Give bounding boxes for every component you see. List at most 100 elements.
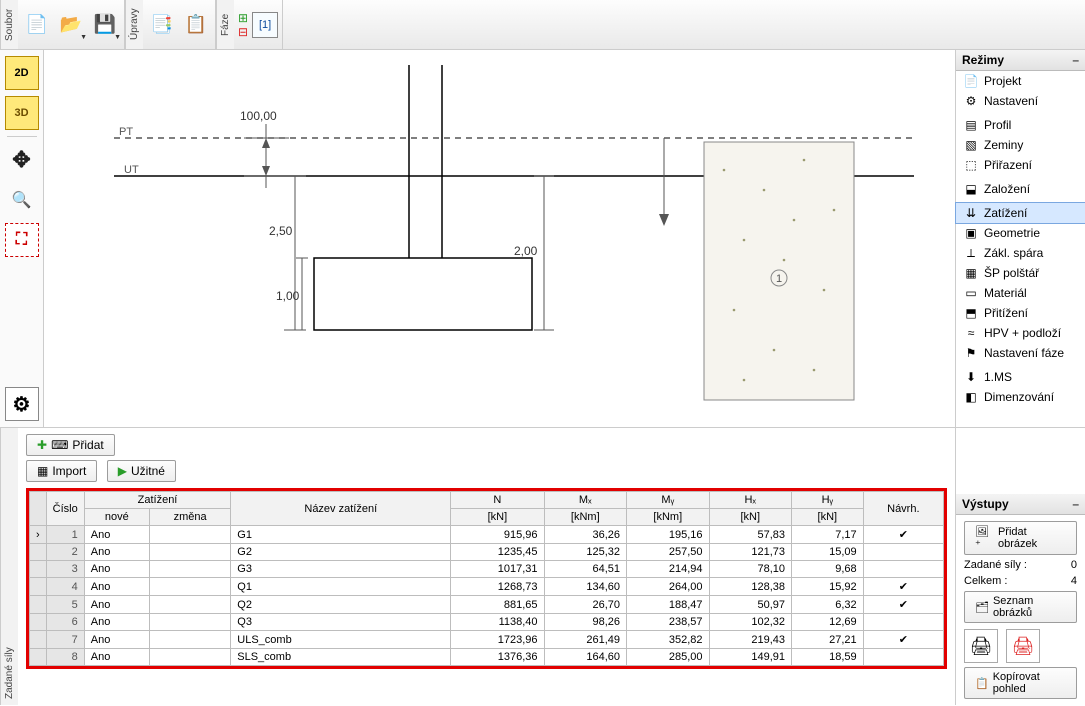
picture-list-button[interactable]: 🗂Seznam obrázků xyxy=(964,591,1077,623)
collapse-icon[interactable]: – xyxy=(1072,53,1079,67)
mode-label: Dimenzování xyxy=(984,390,1054,404)
collapse-icon[interactable]: – xyxy=(1072,497,1079,511)
mode-label: Geometrie xyxy=(984,226,1040,240)
col-navrh[interactable]: Návrh. xyxy=(863,492,943,526)
col-my[interactable]: Mᵧ xyxy=(627,492,709,509)
print-pdf-button[interactable]: 🖨 xyxy=(1006,629,1040,663)
fit-view-button[interactable]: ⛶ xyxy=(5,223,39,257)
table-row[interactable]: 6AnoQ31138,4098,26238,57102,3212,69 xyxy=(30,614,944,631)
mode-label: Materiál xyxy=(984,286,1027,300)
outputs-panel-header: Výstupy – xyxy=(956,494,1085,515)
table-row[interactable]: ›1AnoG1915,9636,26195,1657,837,17✔ xyxy=(30,526,944,544)
mode-item-p-it-en-[interactable]: ⬒ Přitížení xyxy=(956,303,1085,323)
col-nazev[interactable]: Název zatížení xyxy=(231,492,451,526)
mode-item-dimenzov-n-[interactable]: ◧ Dimenzování xyxy=(956,387,1085,407)
mode-item-profil[interactable]: ▤Profil xyxy=(956,115,1085,135)
phase-indicator[interactable]: [1] xyxy=(252,12,278,38)
zoom-button[interactable]: 🔍 xyxy=(5,183,39,217)
open-folder-icon: 📂 xyxy=(60,14,82,35)
label-pt: PT xyxy=(119,126,133,138)
mode-item-z-kl-sp-ra[interactable]: ⟂Zákl. spára xyxy=(956,243,1085,263)
mode-item-zalo-en-[interactable]: ⬓Založení xyxy=(956,179,1085,199)
col-hy[interactable]: Hᵧ xyxy=(792,492,864,509)
modes-list: 📄Projekt⚙Nastavení ▤Profil▧Zeminy⬚Přiřaze… xyxy=(956,71,1085,407)
mode-icon: ▤ xyxy=(964,118,978,132)
mode-item-zat-en-[interactable]: ⇊Zatížení xyxy=(956,203,1085,223)
col-hx[interactable]: Hₓ xyxy=(709,492,791,509)
toolbar-section-phase[interactable]: Fáze xyxy=(216,0,234,49)
label-ut: UT xyxy=(124,164,139,176)
new-file-icon: 📄 xyxy=(26,14,48,35)
col-cislo[interactable]: Číslo xyxy=(46,492,84,526)
print-button[interactable]: 🖨 xyxy=(964,629,998,663)
copy-button[interactable]: 📑 xyxy=(147,10,177,40)
dim-h: 1,00 xyxy=(276,289,300,303)
col-zmena[interactable]: změna xyxy=(149,509,230,526)
table-row[interactable]: 3AnoG31017,3164,51214,9478,109,68 xyxy=(30,561,944,578)
outputs-title: Výstupy xyxy=(962,497,1009,511)
copy-view-button[interactable]: 📋Kopírovat pohled xyxy=(964,667,1077,699)
mode-label: Přitížení xyxy=(984,306,1028,320)
pan-button[interactable]: ✥ xyxy=(5,143,39,177)
mode-item-projekt[interactable]: 📄Projekt xyxy=(956,71,1085,91)
mode-item--p-pol-t-[interactable]: ▦ŠP polštář xyxy=(956,263,1085,283)
mode-icon: ⬒ xyxy=(964,306,978,320)
toolbar-section-file[interactable]: Soubor xyxy=(0,0,18,49)
outputs-zs-value: 0 xyxy=(1071,559,1077,571)
mode-icon: ⚙ xyxy=(964,94,978,108)
plus-icon: ✚ xyxy=(37,438,47,452)
picture-plus-icon: 🖼⁺ xyxy=(975,525,994,551)
service-load-button[interactable]: ▶Užitné xyxy=(107,460,176,482)
outputs-total-label: Celkem : xyxy=(964,575,1007,587)
mode-icon: ≈ xyxy=(964,326,978,340)
col-n[interactable]: N xyxy=(451,492,544,509)
table-row[interactable]: 8AnoSLS_comb1376,36164,60285,00149,9118,… xyxy=(30,649,944,666)
col-nove[interactable]: nové xyxy=(84,509,149,526)
copy-view-icon: 📋 xyxy=(975,677,989,690)
chevron-down-icon: ▼ xyxy=(114,34,121,41)
mode-item-geometrie[interactable]: ▣Geometrie xyxy=(956,223,1085,243)
toolbar-section-edit[interactable]: Úpravy xyxy=(125,0,143,49)
paste-icon: 📋 xyxy=(185,14,207,35)
view-3d-button[interactable]: 3D xyxy=(5,96,39,130)
new-file-button[interactable]: 📄 xyxy=(22,10,52,40)
main-toolbar: Soubor 📄 📂▼ 💾▼ Úpravy 📑 📋 Fáze ⊞ ⊟ [1] xyxy=(0,0,1085,50)
mode-icon: ⬇ xyxy=(964,370,978,384)
mode-item-1-ms[interactable]: ⬇1.MS xyxy=(956,367,1085,387)
mode-item-materi-l[interactable]: ▭Materiál xyxy=(956,283,1085,303)
mode-item-p-i-azen-[interactable]: ⬚Přiřazení xyxy=(956,155,1085,175)
view-settings-button[interactable]: ⚙ xyxy=(5,387,39,421)
view-2d-button[interactable]: 2D xyxy=(5,56,39,90)
mode-icon: ◧ xyxy=(964,390,978,404)
table-row[interactable]: 7AnoULS_comb1723,96261,49352,82219,4327,… xyxy=(30,631,944,649)
phase-add-button[interactable]: ⊞ xyxy=(238,12,248,24)
region-label: 1 xyxy=(776,273,782,285)
table-row[interactable]: 4AnoQ11268,73134,60264,00128,3815,92✔ xyxy=(30,578,944,596)
dim-r: 2,00 xyxy=(514,244,538,258)
phase-remove-button[interactable]: ⊟ xyxy=(238,26,248,38)
table-row[interactable]: 5AnoQ2881,6526,70188,4750,976,32✔ xyxy=(30,596,944,614)
mode-item-nastaven-f-ze[interactable]: ⚑Nastavení fáze xyxy=(956,343,1085,363)
drawing-canvas[interactable]: PT UT 100,00 2,50 1,00 xyxy=(44,50,955,427)
add-force-button[interactable]: ✚⌨Přidat xyxy=(26,434,115,456)
grid-icon: ▦ xyxy=(37,464,48,478)
mode-item-hpv-podlo-[interactable]: ≈HPV + podloží xyxy=(956,323,1085,343)
save-icon: 💾 xyxy=(94,14,116,35)
printer-pdf-icon: 🖨 xyxy=(1012,636,1035,657)
paste-button[interactable]: 📋 xyxy=(181,10,211,40)
mode-icon: ⇊ xyxy=(964,206,978,220)
list-icon: 🗂 xyxy=(975,601,989,614)
add-picture-button[interactable]: 🖼⁺Přidat obrázek xyxy=(964,521,1077,555)
col-zatizeni[interactable]: Zatížení xyxy=(84,492,231,509)
import-button[interactable]: ▦Import xyxy=(26,460,97,482)
mode-icon: ⬓ xyxy=(964,182,978,196)
dim-left: 2,50 xyxy=(269,224,293,238)
printer-icon: 🖨 xyxy=(970,636,993,657)
table-row[interactable]: 2AnoG21235,45125,32257,50121,7315,09 xyxy=(30,544,944,561)
mode-item-zeminy[interactable]: ▧Zeminy xyxy=(956,135,1085,155)
mode-item-nastaven-[interactable]: ⚙Nastavení xyxy=(956,91,1085,111)
save-file-button[interactable]: 💾▼ xyxy=(90,10,120,40)
open-file-button[interactable]: 📂▼ xyxy=(56,10,86,40)
forces-table[interactable]: Číslo Zatížení Název zatížení N Mₓ Mᵧ Hₓ… xyxy=(29,491,944,666)
col-mx[interactable]: Mₓ xyxy=(544,492,626,509)
